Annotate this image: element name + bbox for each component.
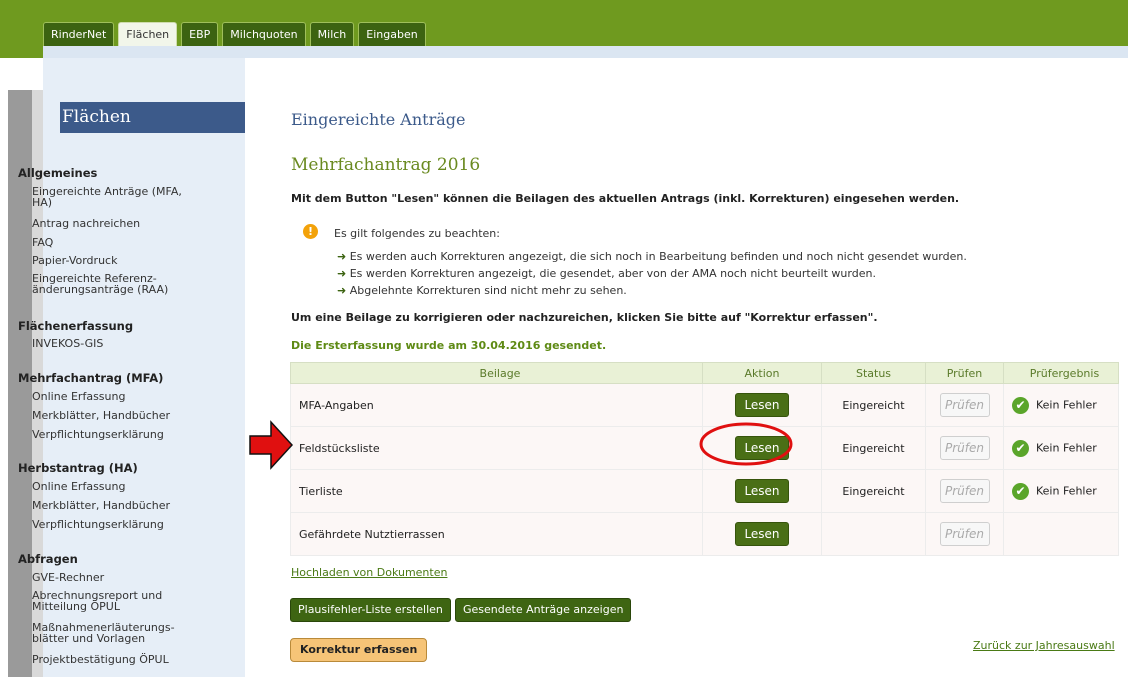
checkmark-icon: ✔ <box>1012 439 1029 457</box>
main-tabs: RinderNet Flächen EBP Milchquoten Milch … <box>43 22 426 46</box>
sidebar-heading-abfragen: Abfragen <box>18 552 78 566</box>
sidebar-item-faq[interactable]: FAQ <box>32 237 53 248</box>
tab-milch[interactable]: Milch <box>309 22 355 46</box>
cell-beilage: Gefährdete Nutztierrassen <box>290 512 703 556</box>
sidebar-item-ha-merkblaetter[interactable]: Merkblätter, Handbücher <box>32 500 170 511</box>
cell-pruefen: Prüfen <box>925 469 1004 513</box>
sent-info: Die Ersterfassung wurde am 30.04.2016 ge… <box>291 339 607 352</box>
cell-pruefen: Prüfen <box>925 383 1004 427</box>
cell-beilage: Tierliste <box>290 469 703 513</box>
table-header-row: Beilage Aktion Status Prüfen Prüfergebni… <box>290 362 1119 384</box>
plausifehler-button[interactable]: Plausifehler-Liste erstellen <box>290 598 451 622</box>
korrektur-erfassen-button[interactable]: Korrektur erfassen <box>290 638 428 662</box>
sidebar-item-papier-vordruck[interactable]: Papier-Vordruck <box>32 255 117 266</box>
table-row: Gefährdete Nutztierrassen Lesen Prüfen <box>290 512 1119 556</box>
sidebar-item-referenzaenderung[interactable]: Eingereichte Referenz- änderungsanträge … <box>32 273 168 295</box>
cell-pruefergebnis: ✔ Kein Fehler <box>1003 469 1119 513</box>
sidebar-heading-ha: Herbstantrag (HA) <box>18 461 138 475</box>
arrow-right-icon: ➜ <box>337 250 347 263</box>
pruefen-button[interactable]: Prüfen <box>939 436 990 460</box>
arrow-right-icon: ➜ <box>337 267 347 280</box>
lesen-button[interactable]: Lesen <box>735 522 789 546</box>
sidebar-item-ha-online-erfassung[interactable]: Online Erfassung <box>32 481 125 492</box>
tab-ebp[interactable]: EBP <box>181 22 219 46</box>
cell-pruefergebnis: ✔ Kein Fehler <box>1003 426 1119 470</box>
cell-pruefen: Prüfen <box>925 426 1004 470</box>
red-ellipse-annotation <box>699 422 793 466</box>
cell-status <box>821 512 926 556</box>
sidebar-item-mfa-merkblaetter[interactable]: Merkblätter, Handbücher <box>32 410 170 421</box>
red-arrow-annotation <box>249 420 293 470</box>
gesendete-antraege-button[interactable]: Gesendete Anträge anzeigen <box>455 598 632 622</box>
sidebar-item-mfa-verpflichtung[interactable]: Verpflichtungserklärung <box>32 429 164 440</box>
tab-flaechen[interactable]: Flächen <box>118 22 178 46</box>
tab-rindernet[interactable]: RinderNet <box>43 22 115 46</box>
cell-beilage: Feldstücksliste <box>290 426 703 470</box>
back-to-year-selection-link[interactable]: Zurück zur Jahresauswahl <box>973 639 1115 652</box>
lesen-button[interactable]: Lesen <box>735 393 789 417</box>
column-header-aktion: Aktion <box>702 362 822 384</box>
sidebar: Flächen <box>43 58 245 677</box>
note-heading: Es gilt folgendes zu beachten: <box>334 227 500 240</box>
intro-text: Mit dem Button "Lesen" können die Beilag… <box>291 192 960 205</box>
checkmark-icon: ✔ <box>1012 396 1029 414</box>
note-item: ➜ Es werden Korrekturen angezeigt, die g… <box>337 267 876 280</box>
cell-status: Eingereicht <box>821 469 926 513</box>
cell-pruefergebnis: ✔ Kein Fehler <box>1003 383 1119 427</box>
page-title: Eingereichte Anträge <box>291 110 466 129</box>
cell-pruefen: Prüfen <box>925 512 1004 556</box>
upload-documents-link[interactable]: Hochladen von Dokumenten <box>291 566 447 579</box>
column-header-beilage: Beilage <box>290 362 703 384</box>
pruefen-button[interactable]: Prüfen <box>939 393 990 417</box>
tab-milchquoten[interactable]: Milchquoten <box>222 22 306 46</box>
cell-aktion: Lesen <box>702 469 822 513</box>
pruefen-button[interactable]: Prüfen <box>939 522 990 546</box>
sidebar-item-eingereichte-antraege[interactable]: Eingereichte Anträge (MFA, HA) <box>32 186 182 208</box>
table-row: Tierliste Lesen Eingereicht Prüfen ✔ Kein… <box>290 469 1119 513</box>
sidebar-item-projektbestaetigung[interactable]: Projektbestätigung ÖPUL <box>32 654 169 665</box>
cell-status: Eingereicht <box>821 426 926 470</box>
sub-band <box>43 46 1128 58</box>
column-header-pruefen: Prüfen <box>925 362 1004 384</box>
cell-beilage: MFA-Angaben <box>290 383 703 427</box>
arrow-right-icon: ➜ <box>337 284 347 297</box>
cell-aktion: Lesen <box>702 512 822 556</box>
sidebar-item-massnahmenerlaeuterung[interactable]: Maßnahmenerläuterungs- blätter und Vorla… <box>32 622 175 644</box>
tab-eingaben[interactable]: Eingaben <box>358 22 426 46</box>
sidebar-item-invekos-gis[interactable]: INVEKOS-GIS <box>32 338 103 349</box>
sidebar-heading-allgemeines: Allgemeines <box>18 166 98 180</box>
sidebar-item-gve-rechner[interactable]: GVE-Rechner <box>32 572 104 583</box>
column-header-status: Status <box>821 362 926 384</box>
sidebar-heading-mfa: Mehrfachantrag (MFA) <box>18 371 164 385</box>
column-header-pruefergebnis: Prüfergebnis <box>1003 362 1119 384</box>
sidebar-item-abrechnungsreport[interactable]: Abrechnungsreport und Mitteilung ÖPUL <box>32 590 162 612</box>
note-item: ➜ Abgelehnte Korrekturen sind nicht mehr… <box>337 284 627 297</box>
checkmark-icon: ✔ <box>1012 482 1029 500</box>
sidebar-item-antrag-nachreichen[interactable]: Antrag nachreichen <box>32 218 140 229</box>
lesen-button[interactable]: Lesen <box>735 479 789 503</box>
cell-pruefergebnis <box>1003 512 1119 556</box>
sidebar-item-ha-verpflichtung[interactable]: Verpflichtungserklärung <box>32 519 164 530</box>
sidebar-heading-flaechenerfassung: Flächenerfassung <box>18 319 134 333</box>
sidebar-item-mfa-online-erfassung[interactable]: Online Erfassung <box>32 391 125 402</box>
cell-status: Eingereicht <box>821 383 926 427</box>
page-subtitle: Mehrfachantrag 2016 <box>291 155 481 175</box>
pruefen-button[interactable]: Prüfen <box>939 479 990 503</box>
note-item: ➜ Es werden auch Korrekturen angezeigt, … <box>337 250 967 263</box>
sidebar-title: Flächen <box>60 102 245 133</box>
info-icon: ! <box>303 224 318 239</box>
correction-hint: Um eine Beilage zu korrigieren oder nach… <box>291 311 878 324</box>
